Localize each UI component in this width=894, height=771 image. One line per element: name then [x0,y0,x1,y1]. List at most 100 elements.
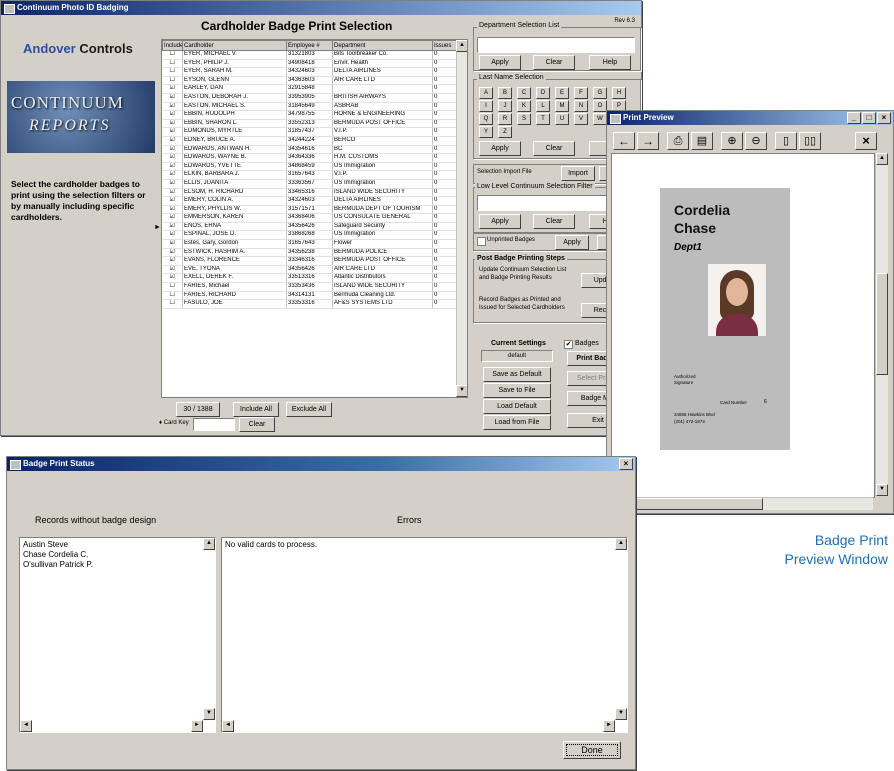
letter-button-e[interactable]: E [555,87,569,99]
table-row[interactable]: ☑ ELKIN, BARBARA J. 31657643 V.I.P. 0 [162,170,457,180]
card-key-clear-button[interactable]: Clear [239,417,275,432]
column-header-cardholder[interactable]: Cardholder [182,40,287,51]
letter-button-n[interactable]: N [574,100,588,112]
table-row[interactable]: ☑ EVANS, FLORENCE 33346316 BERMUDA POST OFF… [162,256,457,266]
include-checkbox[interactable]: ☑ [162,213,183,223]
single-page-icon[interactable]: ▯ [775,132,797,150]
department-help-button[interactable]: Help [589,55,631,70]
lastname-apply-button[interactable]: Apply [479,141,521,156]
zoom-in-icon[interactable]: ⊕ [721,132,743,150]
letter-button-a[interactable]: A [479,87,493,99]
table-row[interactable]: ☑ ELSOM, H. RICHARD 33465316 ISLAND WIDE SE… [162,188,457,198]
letter-button-f[interactable]: F [574,87,588,99]
include-checkbox[interactable]: ☑ [162,153,183,163]
include-checkbox[interactable]: ☑ [162,170,183,180]
table-row[interactable]: ☐ EYER, SARAH M. 34324603 DELTA AIRLINES 0 [162,67,457,77]
table-row[interactable]: ☐ FASULO, JOE 33353316 AF&S SYSTEMS LTD 0 [162,299,457,309]
include-checkbox[interactable]: ☑ [162,265,183,275]
include-checkbox[interactable]: ☑ [162,119,183,129]
preview-horizontal-scrollbar[interactable] [611,497,873,510]
table-row[interactable]: ☐ EYSON, GLENN 34363603 AIR CARE LTD 0 [162,76,457,86]
records-scroll-down-icon[interactable]: ▼ [203,708,215,720]
grid-vertical-scrollbar[interactable]: ▲ ▼ [456,40,467,397]
include-checkbox[interactable]: ☑ [162,239,183,249]
zoom-out-icon[interactable]: ⊖ [745,132,767,150]
include-checkbox[interactable]: ☐ [162,299,183,309]
records-scroll-right-icon[interactable]: ► [191,720,203,732]
table-row[interactable]: ☑ EVE, TYONA 34356426 AIR CARE LTD 0 [162,265,457,275]
include-checkbox[interactable]: ☑ [162,145,183,155]
done-button[interactable]: Done [563,741,621,759]
table-row[interactable]: ☑ EXELL, DEREK F. 33513316 Atlantic Distrib… [162,273,457,284]
include-checkbox[interactable]: ☑ [162,273,183,284]
letter-button-y[interactable]: Y [479,126,493,138]
table-row[interactable]: ☑ ESTWICK, HASHIM A. 34356238 BERMUDA POLIC… [162,248,457,258]
include-checkbox[interactable]: ☑ [162,196,183,206]
letter-button-w[interactable]: W [593,113,607,125]
table-row[interactable]: ☑ ESPINAL, JOSE D. 33868268 US Immigration 0 [162,230,457,241]
unprinted-checkbox[interactable] [477,237,486,246]
letter-button-b[interactable]: B [498,87,512,99]
table-row[interactable]: ☑ Estes, Gary, Gordon 31657643 Flower 0 [162,239,457,249]
records-scroll-up-icon[interactable]: ▲ [203,538,215,550]
include-checkbox[interactable]: ☑ [162,222,183,232]
next-page-icon[interactable]: → [637,132,659,150]
table-row[interactable]: ☑ EMMERSON, KAREN 34368406 US CONSULATE GEN… [162,213,457,223]
letter-button-i[interactable]: I [479,100,493,112]
cardholder-grid[interactable]: Include Cardholder Employee # Department Iss… [161,39,468,398]
preview-scroll-up-icon[interactable]: ▲ [876,153,888,165]
letter-button-l[interactable]: L [536,100,550,112]
preview-close-icon[interactable]: × [877,112,891,124]
column-header-issues[interactable]: Issues [432,40,457,51]
table-row[interactable]: ☑ EDWARDS, ANTWAN H. 34354616 BC 0 [162,145,457,155]
unprinted-apply-button[interactable]: Apply [555,235,589,250]
errors-scroll-left-icon[interactable]: ◄ [222,720,234,732]
save-to-file-button[interactable]: Save to File [483,383,551,398]
include-checkbox[interactable]: ☑ [162,188,183,198]
include-checkbox[interactable]: ☑ [162,162,183,172]
include-checkbox[interactable]: ☑ [162,84,183,94]
table-row[interactable]: ☐ EYER, MICHAEL V. 31321803 Bits Toolbreake… [162,50,457,60]
department-clear-button[interactable]: Clear [533,55,575,70]
list-item[interactable]: O'sullivan Patrick P. [23,560,212,570]
errors-scroll-down-icon[interactable]: ▼ [615,708,627,720]
table-row[interactable]: ☑ EDWARDS, YVETTE 34868459 US Immigration 0 [162,162,457,172]
badges-checkbox[interactable]: ✔ [564,340,573,349]
save-default-button[interactable]: Save as Default [483,367,551,382]
list-item[interactable]: Chase Cordelia C. [23,550,212,560]
include-checkbox[interactable]: ☑ [162,230,183,241]
table-row[interactable]: ☑ ELLIS, JUANITA 33363567 US Immigration 0 [162,179,457,189]
table-row[interactable]: ☐ FARIES, RICHARD 34314131 Bermuda Cleaning… [162,291,457,301]
table-row[interactable]: ☑ EASTON, MICHAEL S. 31845649 ASBRAB 0 [162,102,457,112]
letter-button-z[interactable]: Z [498,126,512,138]
letter-button-v[interactable]: V [574,113,588,125]
letter-button-h[interactable]: H [612,87,626,99]
exclude-all-button[interactable]: Exclude All [286,402,332,417]
include-checkbox[interactable]: ☑ [162,179,183,189]
table-row[interactable]: ☑ EBBIN, SHARON L. 33552313 BERMUDA POST OF… [162,119,457,129]
column-header-include[interactable]: Include [162,40,183,51]
include-all-button[interactable]: Include All [233,402,279,417]
table-row[interactable]: ☑ EMERY, PHYLLIS W. 31571571 BERMUDA DEPT O… [162,205,457,215]
include-checkbox[interactable]: ☑ [162,93,183,103]
errors-scroll-right-icon[interactable]: ► [603,720,615,732]
include-checkbox[interactable]: ☑ [162,205,183,215]
grid-scroll-down-icon[interactable]: ▼ [456,385,467,397]
include-checkbox[interactable]: ☑ [162,248,183,258]
preview-scroll-down-icon[interactable]: ▼ [876,484,888,496]
table-row[interactable]: ☑ EMERY, COLIN A. 34324603 DELTA AIRLINES 0 [162,196,457,206]
letter-button-t[interactable]: T [536,113,550,125]
include-checkbox[interactable]: ☑ [162,136,183,146]
lastname-clear-button[interactable]: Clear [533,141,575,156]
department-list-input[interactable] [477,37,635,53]
include-checkbox[interactable]: ☐ [162,59,183,69]
load-from-file-button[interactable]: Load from File [483,415,551,430]
column-header-employee-[interactable]: Employee # [286,40,333,51]
table-row[interactable]: ☑ ENOS, ERNA 34356426 Safeguard Security 0 [162,222,457,232]
include-checkbox[interactable]: ☑ [162,110,183,120]
letter-button-o[interactable]: O [593,100,607,112]
table-row[interactable]: ☑ EDMONDS, MYRTLE 31857437 V.I.P. 0 [162,127,457,137]
preview-minimize-icon[interactable]: _ [847,112,861,124]
print-icon[interactable]: ⎙ [667,132,689,150]
import-button[interactable]: Import [561,166,595,181]
